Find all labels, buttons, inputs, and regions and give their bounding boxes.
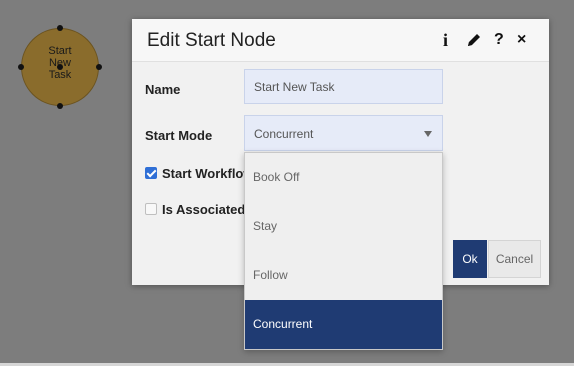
start-mode-select[interactable]: Concurrent [244,115,443,151]
is-associated-label: Is Associated [162,202,246,217]
ok-button[interactable]: Ok [453,240,487,278]
node-handle-bottom[interactable] [57,103,63,109]
node-handle-right[interactable] [96,64,102,70]
pencil-icon[interactable] [465,31,483,49]
info-icon[interactable]: i [443,30,448,50]
dropdown-option-book-off[interactable]: Book Off [245,153,442,202]
dropdown-option-concurrent[interactable]: Concurrent [245,300,442,349]
name-label: Name [145,82,181,97]
close-icon[interactable]: × [517,30,526,50]
node-handle-center[interactable] [57,64,63,70]
start-mode-label: Start Mode [145,128,213,143]
is-associated-checkbox[interactable] [145,203,157,215]
dropdown-option-follow[interactable]: Follow [245,251,442,300]
dropdown-option-stay[interactable]: Stay [245,202,442,251]
help-icon[interactable]: ? [494,30,504,50]
node-handle-top[interactable] [57,25,63,31]
start-mode-value: Concurrent [254,127,314,141]
start-node-label: Start New Task [48,45,72,81]
start-workflow-label: Start Workflow [162,166,254,181]
dialog-header: Edit Start Node i ? × [132,19,549,62]
cancel-button[interactable]: Cancel [488,240,541,278]
caret-down-icon [424,131,432,137]
start-mode-dropdown: Book Off Stay Follow Concurrent [244,152,443,350]
dialog-title: Edit Start Node [147,30,276,51]
start-workflow-checkbox[interactable] [145,167,157,179]
name-input[interactable] [244,69,443,104]
node-handle-left[interactable] [18,64,24,70]
